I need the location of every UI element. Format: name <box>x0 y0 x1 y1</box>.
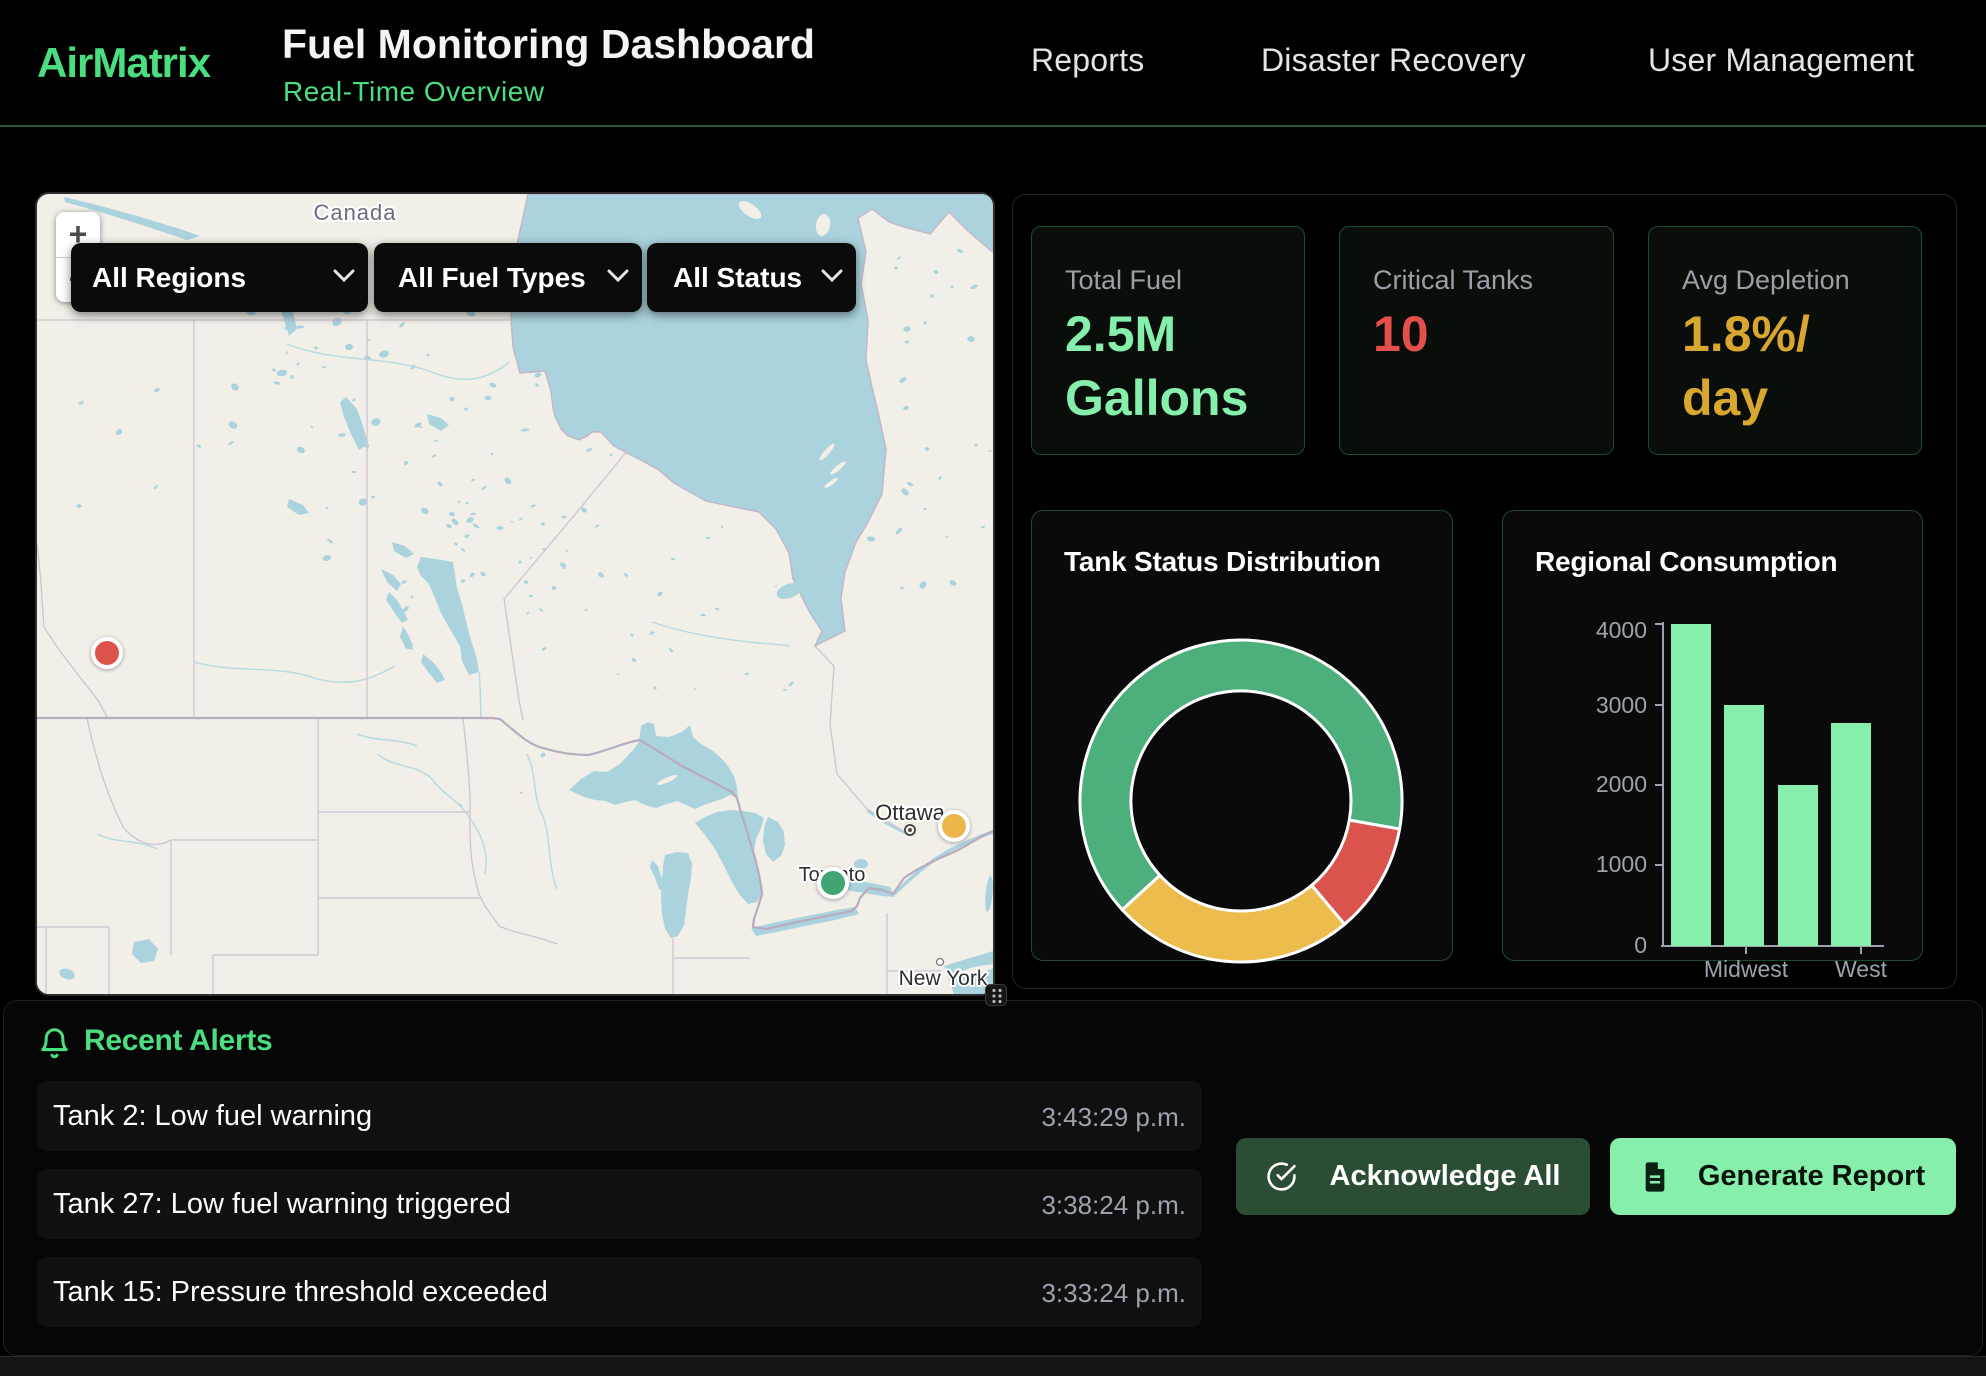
svg-text:3000: 3000 <box>1596 692 1647 718</box>
svg-text:2000: 2000 <box>1596 771 1647 797</box>
svg-text:4000: 4000 <box>1596 617 1647 643</box>
svg-text:Midwest: Midwest <box>1704 956 1789 982</box>
svg-text:1000: 1000 <box>1596 851 1647 877</box>
svg-text:West: West <box>1835 956 1888 982</box>
svg-text:0: 0 <box>1634 932 1647 958</box>
